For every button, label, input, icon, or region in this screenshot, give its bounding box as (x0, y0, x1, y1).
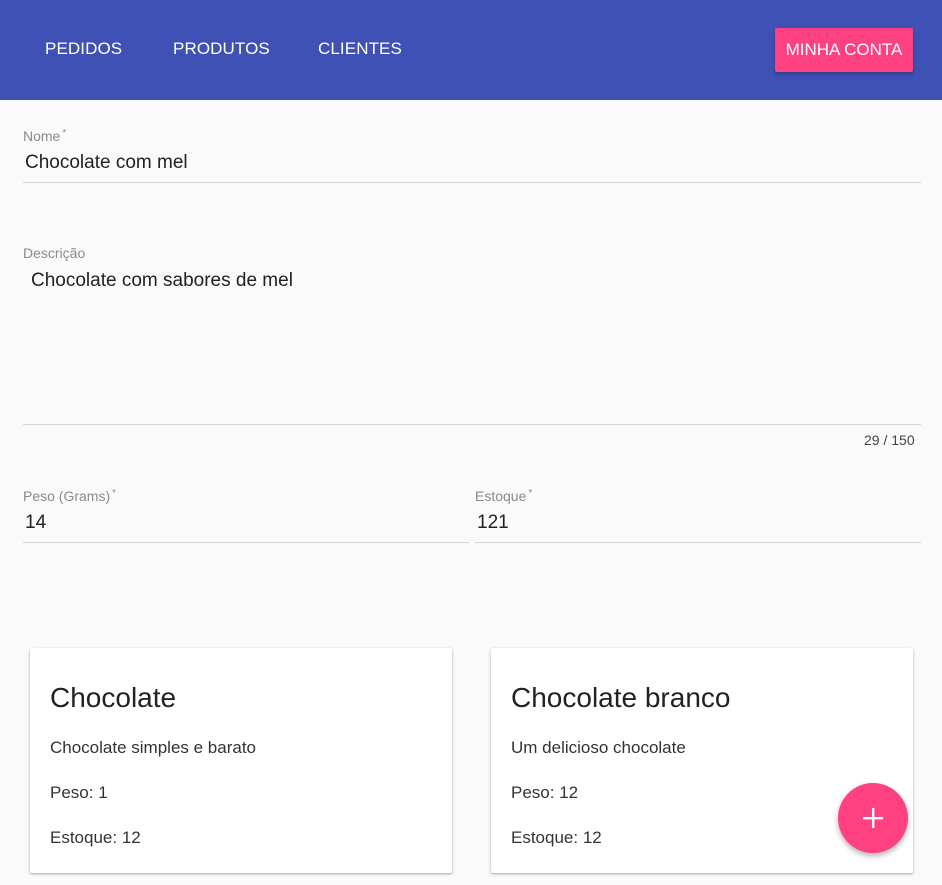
product-stock: Estoque: 12 (50, 828, 141, 847)
peso-label-text: Peso (Grams) (23, 488, 111, 504)
product-weight: Peso: 12 (511, 783, 579, 802)
descricao-textarea[interactable]: Chocolate com sabores de mel (31, 270, 293, 292)
plus-icon (862, 807, 884, 829)
product-description: Chocolate simples e barato (50, 738, 257, 757)
required-marker: * (112, 488, 117, 499)
peso-label: Peso (Grams) * (23, 488, 116, 504)
product-title: Chocolate (50, 682, 177, 713)
required-marker: * (528, 488, 533, 499)
nome-input[interactable]: Chocolate com mel (25, 152, 188, 174)
nav-pedidos[interactable]: PEDIDOS (45, 39, 122, 59)
add-product-button[interactable] (838, 783, 908, 853)
product-card[interactable]: Chocolate Chocolate simples e barato Pes… (30, 648, 452, 873)
estoque-underline (475, 542, 921, 543)
estoque-input[interactable]: 121 (477, 512, 509, 534)
nome-label-text: Nome (23, 128, 61, 144)
peso-underline (23, 542, 469, 543)
nav-produtos[interactable]: PRODUTOS (173, 39, 270, 59)
char-counter: 29 / 150 (864, 432, 915, 448)
estoque-label-text: Estoque (475, 488, 527, 504)
my-account-button[interactable]: MINHA CONTA (775, 28, 913, 72)
estoque-label: Estoque * (475, 488, 532, 504)
descricao-label: Descrição (23, 245, 86, 261)
product-stock: Estoque: 12 (511, 828, 602, 847)
required-marker: * (62, 128, 67, 139)
product-weight: Peso: 1 (50, 783, 108, 802)
nav-clientes[interactable]: CLIENTES (318, 39, 402, 59)
top-toolbar: PEDIDOS PRODUTOS CLIENTES MINHA CONTA (0, 0, 942, 100)
product-description: Um delicioso chocolate (511, 738, 686, 757)
nome-label: Nome * (23, 128, 66, 144)
descricao-underline (23, 424, 921, 425)
nome-underline (23, 182, 921, 183)
product-title: Chocolate branco (511, 682, 731, 713)
peso-input[interactable]: 14 (25, 512, 46, 534)
